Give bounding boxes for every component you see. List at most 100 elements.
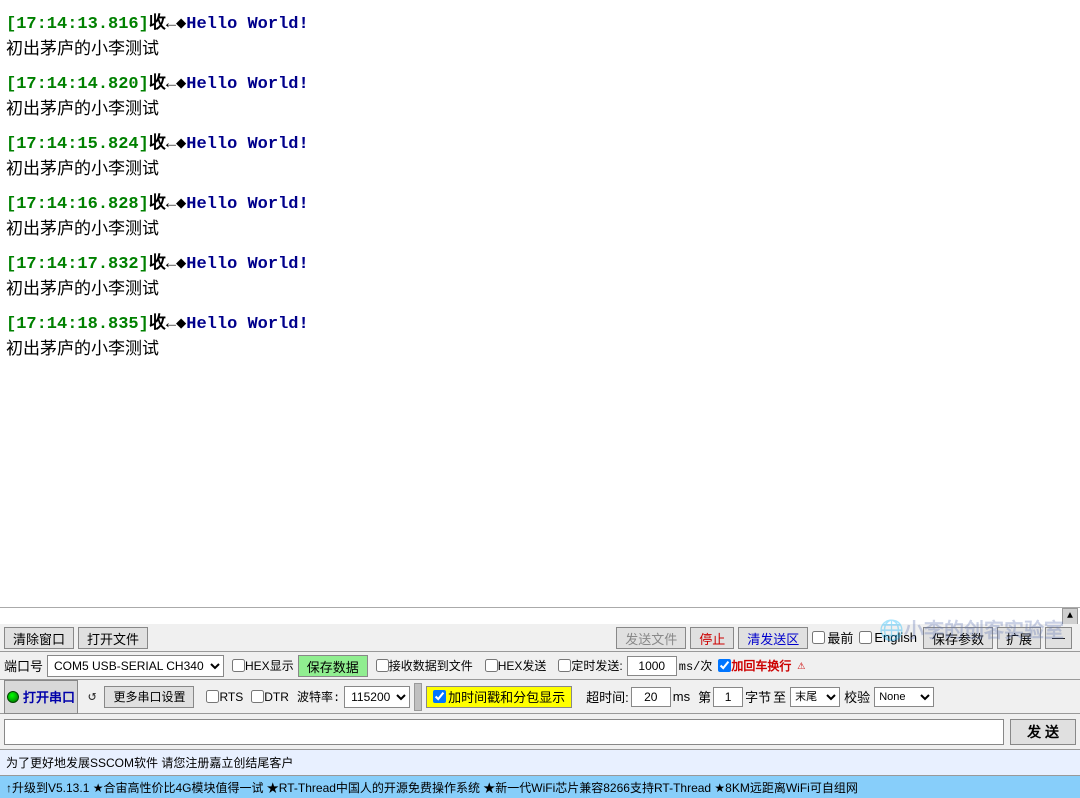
terminal-line: [17:14:17.832]收←◆Hello World! [6, 248, 1074, 274]
baud-label: 波特率: [297, 688, 340, 705]
status-bar: 为了更好地发展SSCOM软件 请您注册嘉立创结尾客户 [0, 750, 1080, 776]
byte-unit-label: 字节 [745, 687, 771, 706]
bottom-ticker: ↑升级到V5.13.1 ★合宙高性价比4G模块值得一试 ★RT-Thread中国… [0, 776, 1080, 798]
timeout-input[interactable] [631, 687, 671, 707]
send-file-button: 发送文件 [616, 627, 686, 649]
terminal-chinese: 初出茅庐的小李测试 [6, 334, 1074, 360]
newline-warning-icon: ⚠ [797, 658, 805, 673]
terminal-line: [17:14:14.820]收←◆Hello World! [6, 68, 1074, 94]
clear-send-button[interactable]: 清发送区 [738, 627, 808, 649]
checksum-label: 校验 [844, 687, 870, 706]
timeout-unit: ms [673, 689, 690, 704]
save-param-button[interactable]: 保存参数 [923, 627, 993, 649]
add-timestamp-label[interactable]: 加时间戳和分包显示 [426, 686, 572, 708]
separator [414, 683, 422, 711]
rts-checkbox[interactable] [206, 690, 219, 703]
terminal-entry: [17:14:15.824]收←◆Hello World!初出茅庐的小李测试 [6, 128, 1074, 180]
stop-button[interactable]: 停止 [690, 627, 734, 649]
hex-display-label[interactable]: HEX显示 [232, 657, 294, 674]
terminal-entry: [17:14:13.816]收←◆Hello World!初出茅庐的小李测试 [6, 8, 1074, 60]
terminal-timestamp: [17:14:15.824] [6, 135, 149, 154]
terminal-chinese: 初出茅庐的小李测试 [6, 214, 1074, 240]
timed-unit-label: ms/次 [679, 657, 713, 674]
last-checkbox[interactable] [812, 631, 825, 644]
port-select[interactable]: COM5 USB-SERIAL CH340 [47, 655, 224, 677]
send-row: 发 送 [0, 714, 1080, 750]
refresh-icon[interactable]: ↺ [88, 688, 96, 705]
terminal-label: 收←◆ [149, 315, 186, 334]
timeout-label: 超时间: [586, 687, 629, 706]
timed-send-label[interactable]: 定时发送: [558, 657, 622, 674]
terminal-entry: [17:14:16.828]收←◆Hello World!初出茅庐的小李测试 [6, 188, 1074, 240]
byte-from-input[interactable] [713, 687, 743, 707]
terminal-line: [17:14:18.835]收←◆Hello World! [6, 308, 1074, 334]
terminal-label: 收←◆ [149, 15, 186, 34]
terminal-area: [17:14:13.816]收←◆Hello World!初出茅庐的小李测试[1… [0, 0, 1080, 608]
toolbar-row2: 端口号 COM5 USB-SERIAL CH340 HEX显示 保存数据 接收数… [0, 652, 1080, 680]
terminal-entry: [17:14:18.835]收←◆Hello World!初出茅庐的小李测试 [6, 308, 1074, 360]
terminal-line: [17:14:13.816]收←◆Hello World! [6, 8, 1074, 34]
send-button[interactable]: 发 送 [1010, 719, 1076, 745]
minimize-button[interactable]: — [1045, 627, 1072, 649]
terminal-entry: [17:14:14.820]收←◆Hello World!初出茅庐的小李测试 [6, 68, 1074, 120]
last-checkbox-label[interactable]: 最前 [812, 628, 853, 647]
checksum-select[interactable]: None CRC16 SUM [874, 687, 934, 707]
terminal-label: 收←◆ [149, 255, 186, 274]
rts-label[interactable]: RTS [206, 690, 243, 704]
terminal-label: 收←◆ [149, 135, 186, 154]
terminal-message: Hello World! [186, 255, 308, 274]
byte-from-label: 第 [698, 687, 711, 706]
newline-label[interactable]: 加回车换行 [718, 657, 791, 674]
bottom-area: 清除窗口 打开文件 发送文件 停止 清发送区 最前 English 保存参数 扩… [0, 624, 1080, 798]
terminal-entry: [17:14:17.832]收←◆Hello World!初出茅庐的小李测试 [6, 248, 1074, 300]
open-file-button[interactable]: 打开文件 [78, 627, 148, 649]
terminal-chinese: 初出茅庐的小李测试 [6, 154, 1074, 180]
terminal-timestamp: [17:14:13.816] [6, 15, 149, 34]
baud-select[interactable]: 115200 9600 38400 57600 [344, 686, 410, 708]
receive-to-file-label[interactable]: 接收数据到文件 [376, 657, 473, 674]
terminal-message: Hello World! [186, 75, 308, 94]
expand-button[interactable]: 扩展 [997, 627, 1041, 649]
terminal-label: 收←◆ [149, 195, 186, 214]
receive-to-file-checkbox[interactable] [376, 659, 389, 672]
terminal-line: [17:14:16.828]收←◆Hello World! [6, 188, 1074, 214]
send-input[interactable] [4, 719, 1004, 745]
terminal-chinese: 初出茅庐的小李测试 [6, 34, 1074, 60]
terminal-chinese: 初出茅庐的小李测试 [6, 94, 1074, 120]
terminal-timestamp: [17:14:17.832] [6, 255, 149, 274]
toolbar-row1: 清除窗口 打开文件 发送文件 停止 清发送区 最前 English 保存参数 扩… [0, 624, 1080, 652]
english-checkbox[interactable] [859, 631, 872, 644]
hex-display-checkbox[interactable] [232, 659, 245, 672]
hex-send-label[interactable]: HEX发送 [485, 657, 547, 674]
hex-send-checkbox[interactable] [485, 659, 498, 672]
terminal-timestamp: [17:14:18.835] [6, 315, 149, 334]
english-checkbox-label[interactable]: English [859, 630, 917, 645]
terminal-message: Hello World! [186, 315, 308, 334]
terminal-message: Hello World! [186, 195, 308, 214]
green-dot [7, 691, 19, 703]
byte-to-label: 至 [773, 687, 786, 706]
add-timestamp-checkbox[interactable] [433, 690, 446, 703]
timed-send-input[interactable] [627, 656, 677, 676]
terminal-chinese: 初出茅庐的小李测试 [6, 274, 1074, 300]
dtr-checkbox[interactable] [251, 690, 264, 703]
clear-window-button[interactable]: 清除窗口 [4, 627, 74, 649]
terminal-message: Hello World! [186, 135, 308, 154]
timeout-area: 超时间: ms 第 字节 至 末尾 校验 None CRC16 SUM [586, 687, 934, 707]
terminal-timestamp: [17:14:14.820] [6, 75, 149, 94]
status-text: 为了更好地发展SSCOM软件 请您注册嘉立创结尾客户 [6, 754, 293, 771]
ticker-text: ↑升级到V5.13.1 ★合宙高性价比4G模块值得一试 ★RT-Thread中国… [6, 779, 858, 796]
port-label: 端口号 [4, 656, 43, 675]
open-port-button[interactable]: 打开串口 [23, 683, 75, 711]
timed-send-checkbox[interactable] [558, 659, 571, 672]
terminal-message: Hello World! [186, 15, 308, 34]
terminal-label: 收←◆ [149, 75, 186, 94]
toolbar-row3: 打开串口 ↺ 更多串口设置 RTS DTR 波特率: 115200 9600 3… [0, 680, 1080, 714]
terminal-line: [17:14:15.824]收←◆Hello World! [6, 128, 1074, 154]
terminal-timestamp: [17:14:16.828] [6, 195, 149, 214]
multi-port-button[interactable]: 更多串口设置 [104, 686, 194, 708]
byte-end-select[interactable]: 末尾 [790, 687, 840, 707]
save-data-button[interactable]: 保存数据 [298, 655, 368, 677]
newline-checkbox[interactable] [718, 659, 731, 672]
dtr-label[interactable]: DTR [251, 690, 289, 704]
